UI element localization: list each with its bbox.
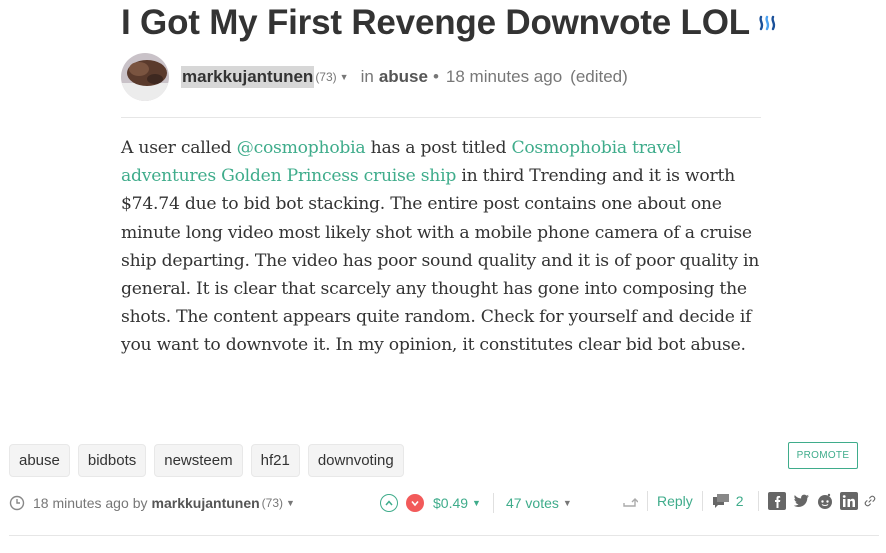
- vote-separator: [492, 493, 494, 513]
- steem-logo-icon: [759, 15, 776, 31]
- user-mention-link[interactable]: @cosmophobia: [237, 138, 366, 158]
- post-title-row: I Got My First Revenge Downvote LOL: [121, 2, 778, 44]
- vote-area: $0.49 ▼ 47 votes ▼: [380, 493, 572, 513]
- post-actions: Reply 2: [622, 491, 876, 511]
- payout-value[interactable]: $0.49: [433, 495, 468, 511]
- voters-caret-icon[interactable]: ▼: [563, 498, 572, 508]
- author-menu-caret-icon[interactable]: ▼: [340, 72, 349, 82]
- comments-count[interactable]: 2: [736, 493, 744, 509]
- downvote-button[interactable]: [406, 494, 424, 512]
- post-title: I Got My First Revenge Downvote LOL: [121, 3, 750, 42]
- facebook-icon[interactable]: [767, 492, 786, 510]
- category-link[interactable]: abuse: [379, 67, 428, 87]
- body-text-1: A user called: [121, 138, 237, 158]
- promote-button[interactable]: PROMOTE: [788, 442, 858, 469]
- separator-dot: •: [432, 67, 439, 86]
- footer-time[interactable]: 18 minutes ago: [33, 495, 129, 511]
- body-text-3: in third Trending and it is worth $74.74…: [121, 166, 760, 356]
- post-body: A user called @cosmophobia has a post ti…: [121, 134, 766, 360]
- footer-author-caret-icon[interactable]: ▼: [286, 498, 295, 508]
- post-author-row: markkujantunen (73) ▼ in abuse • 18 minu…: [121, 53, 761, 101]
- tag-list: abuse bidbots newsteem hf21 downvoting: [9, 444, 404, 477]
- reddit-icon[interactable]: [816, 492, 834, 510]
- tag-newsteem[interactable]: newsteem: [154, 444, 243, 477]
- share-icons: [767, 492, 876, 510]
- upvote-button[interactable]: [380, 494, 398, 512]
- tag-hf21[interactable]: hf21: [250, 444, 300, 477]
- resteem-icon[interactable]: [622, 494, 638, 508]
- post-time[interactable]: 18 minutes ago: [446, 67, 562, 87]
- linkedin-icon[interactable]: [839, 492, 858, 510]
- post-meta: markkujantunen (73) ▼ in abuse • 18 minu…: [181, 66, 628, 88]
- in-label: in: [360, 67, 374, 86]
- chevron-up-icon: [385, 500, 393, 506]
- edited-label: (edited): [570, 67, 628, 86]
- voters-count[interactable]: 47 votes: [506, 495, 559, 511]
- tag-abuse[interactable]: abuse: [9, 444, 70, 477]
- author-link[interactable]: markkujantunen: [181, 66, 315, 88]
- reply-button[interactable]: Reply: [657, 493, 693, 509]
- actions-separator-1: [647, 491, 648, 511]
- payout-caret-icon[interactable]: ▼: [472, 498, 481, 508]
- twitter-icon[interactable]: [792, 492, 810, 510]
- body-text-2: has a post titled: [365, 138, 512, 158]
- actions-separator-3: [757, 491, 759, 511]
- chevron-down-icon: [411, 500, 419, 507]
- author-reputation: (73): [315, 70, 337, 84]
- author-avatar[interactable]: [121, 53, 169, 101]
- header-divider: [121, 117, 761, 118]
- footer-author-link[interactable]: markkujantunen: [152, 495, 260, 511]
- actions-separator-2: [701, 491, 703, 511]
- tag-bidbots[interactable]: bidbots: [77, 444, 147, 477]
- footer-by-label: by: [132, 495, 148, 511]
- footer-author-reputation: (73): [261, 496, 284, 510]
- copy-link-icon[interactable]: [864, 492, 876, 510]
- tag-downvoting[interactable]: downvoting: [307, 444, 404, 477]
- footer-divider: [9, 535, 879, 536]
- clock-icon: [9, 495, 25, 511]
- comments-icon[interactable]: [712, 493, 730, 509]
